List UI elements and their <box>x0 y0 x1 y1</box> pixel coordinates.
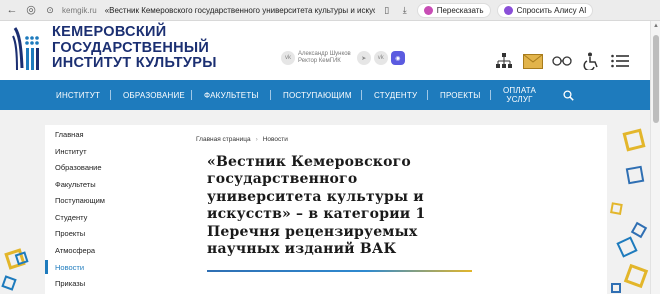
page-title: «Вестник Кемеровского государственного у… <box>207 154 426 258</box>
sidebar-item-projects[interactable]: Проекты <box>55 226 85 240</box>
nav-item-applicants[interactable]: ПОСТУПАЮЩИМ <box>283 80 352 110</box>
logo-line-2: ГОСУДАРСТВЕННЫЙ <box>52 39 210 56</box>
mail-icon[interactable] <box>523 51 543 71</box>
translate-button[interactable]: Пересказать <box>416 2 491 18</box>
max-messenger-icon[interactable]: ◉ <box>390 51 405 65</box>
structure-icon[interactable] <box>494 51 514 71</box>
bookmark-icon[interactable]: ▯ <box>381 4 393 16</box>
sidebar-menu: Главная Институт Образование Факультеты … <box>45 125 189 294</box>
breadcrumb-separator-icon: › <box>255 136 258 143</box>
nav-payment-line2: УСЛУГ <box>506 95 533 104</box>
sidebar-active-indicator <box>45 260 48 274</box>
logo-line-1: КЕМЕРОВСКИЙ <box>52 24 167 40</box>
accessibility-icon[interactable] <box>581 51 601 71</box>
nav-divider <box>361 90 362 100</box>
nav-item-faculties[interactable]: ФАКУЛЬТЕТЫ <box>204 80 259 110</box>
breadcrumb-home-link[interactable]: Главная страница <box>196 136 251 143</box>
nav-item-education[interactable]: ОБРАЗОВАНИЕ <box>123 80 185 110</box>
rector-name: Александр Шунков <box>298 51 351 57</box>
browser-toolbar: ← ◎ ⊙ kemgik.ru «Вестник Кемеровского го… <box>0 0 660 21</box>
nav-payment-line1: ОПЛАТА <box>503 86 537 95</box>
back-arrow-icon[interactable]: ← <box>5 3 19 17</box>
header-tools <box>494 51 639 71</box>
logo-icon[interactable] <box>11 24 49 74</box>
nav-item-projects[interactable]: ПРОЕКТЫ <box>440 80 481 110</box>
logo-text[interactable]: КЕМЕРОВСКИЙ ГОСУДАРСТВЕННЫЙ ИНСТИТУТ КУЛ… <box>52 24 217 72</box>
sidebar-item-atmosphere[interactable]: Атмосфера <box>55 243 95 257</box>
nav-divider <box>270 90 271 100</box>
breadcrumb: Главная страница › Новости <box>196 136 288 143</box>
sidebar-item-news[interactable]: Новости <box>55 260 84 274</box>
nav-divider <box>110 90 111 100</box>
article-content: Главная страница › Новости «Вестник Кеме… <box>188 125 607 294</box>
sidebar-item-home[interactable]: Главная <box>55 127 84 141</box>
page-scrollbar[interactable]: ▲ <box>650 21 660 294</box>
vk-social-icon[interactable]: vk <box>373 51 388 65</box>
logo-line-3: ИНСТИТУТ КУЛЬТУРЫ <box>52 55 217 71</box>
nav-item-institute[interactable]: ИНСТИТУТ <box>56 80 100 110</box>
title-underline <box>207 270 472 272</box>
sidebar-item-student[interactable]: Студенту <box>55 210 87 224</box>
sidebar-item-faculties[interactable]: Факультеты <box>55 177 96 191</box>
sidebar-item-applicants[interactable]: Поступающим <box>55 193 105 207</box>
main-navigation: ИНСТИТУТ ОБРАЗОВАНИЕ ФАКУЛЬТЕТЫ ПОСТУПАЮ… <box>0 80 650 110</box>
alice-button[interactable]: Спросить Алису AI <box>496 2 594 18</box>
tab-title: «Вестник Кемеровского государственного у… <box>104 5 375 15</box>
nav-item-student[interactable]: СТУДЕНТУ <box>374 80 417 110</box>
site-header: КЕМЕРОВСКИЙ ГОСУДАРСТВЕННЫЙ ИНСТИТУТ КУЛ… <box>0 21 650 80</box>
alice-icon <box>503 5 513 15</box>
scroll-up-icon[interactable]: ▲ <box>653 23 659 29</box>
rector-info[interactable]: Александр Шунков Ректор КемГИК <box>298 51 351 65</box>
search-icon[interactable] <box>563 80 574 110</box>
glasses-icon[interactable] <box>552 51 572 71</box>
scrollbar-thumb[interactable] <box>653 35 659 123</box>
nav-item-payment[interactable]: ОПЛАТА УСЛУГ <box>503 80 536 110</box>
download-icon[interactable]: ⤓ <box>399 4 411 16</box>
rector-title: Ректор КемГИК <box>298 58 341 64</box>
rector-block: vk Александр Шунков Ректор КемГИК ➤ vk ◉ <box>281 51 408 65</box>
sidebar-item-education[interactable]: Образование <box>55 160 102 174</box>
security-icon[interactable]: ⊙ <box>43 3 57 17</box>
nav-divider <box>490 90 491 100</box>
translate-label: Пересказать <box>436 5 484 15</box>
site-info-icon[interactable]: ◎ <box>24 3 38 17</box>
menu-icon[interactable] <box>610 51 630 71</box>
nav-divider <box>191 90 192 100</box>
vk-icon[interactable]: vk <box>281 51 295 65</box>
telegram-icon[interactable]: ➤ <box>356 51 371 65</box>
translate-icon <box>423 5 433 15</box>
breadcrumb-current[interactable]: Новости <box>263 136 288 143</box>
alice-label: Спросить Алису AI <box>516 5 587 15</box>
sidebar-item-orders[interactable]: Приказы <box>55 276 85 290</box>
sidebar-item-institute[interactable]: Институт <box>55 144 87 158</box>
address-url[interactable]: kemgik.ru <box>62 6 97 15</box>
nav-divider <box>427 90 428 100</box>
